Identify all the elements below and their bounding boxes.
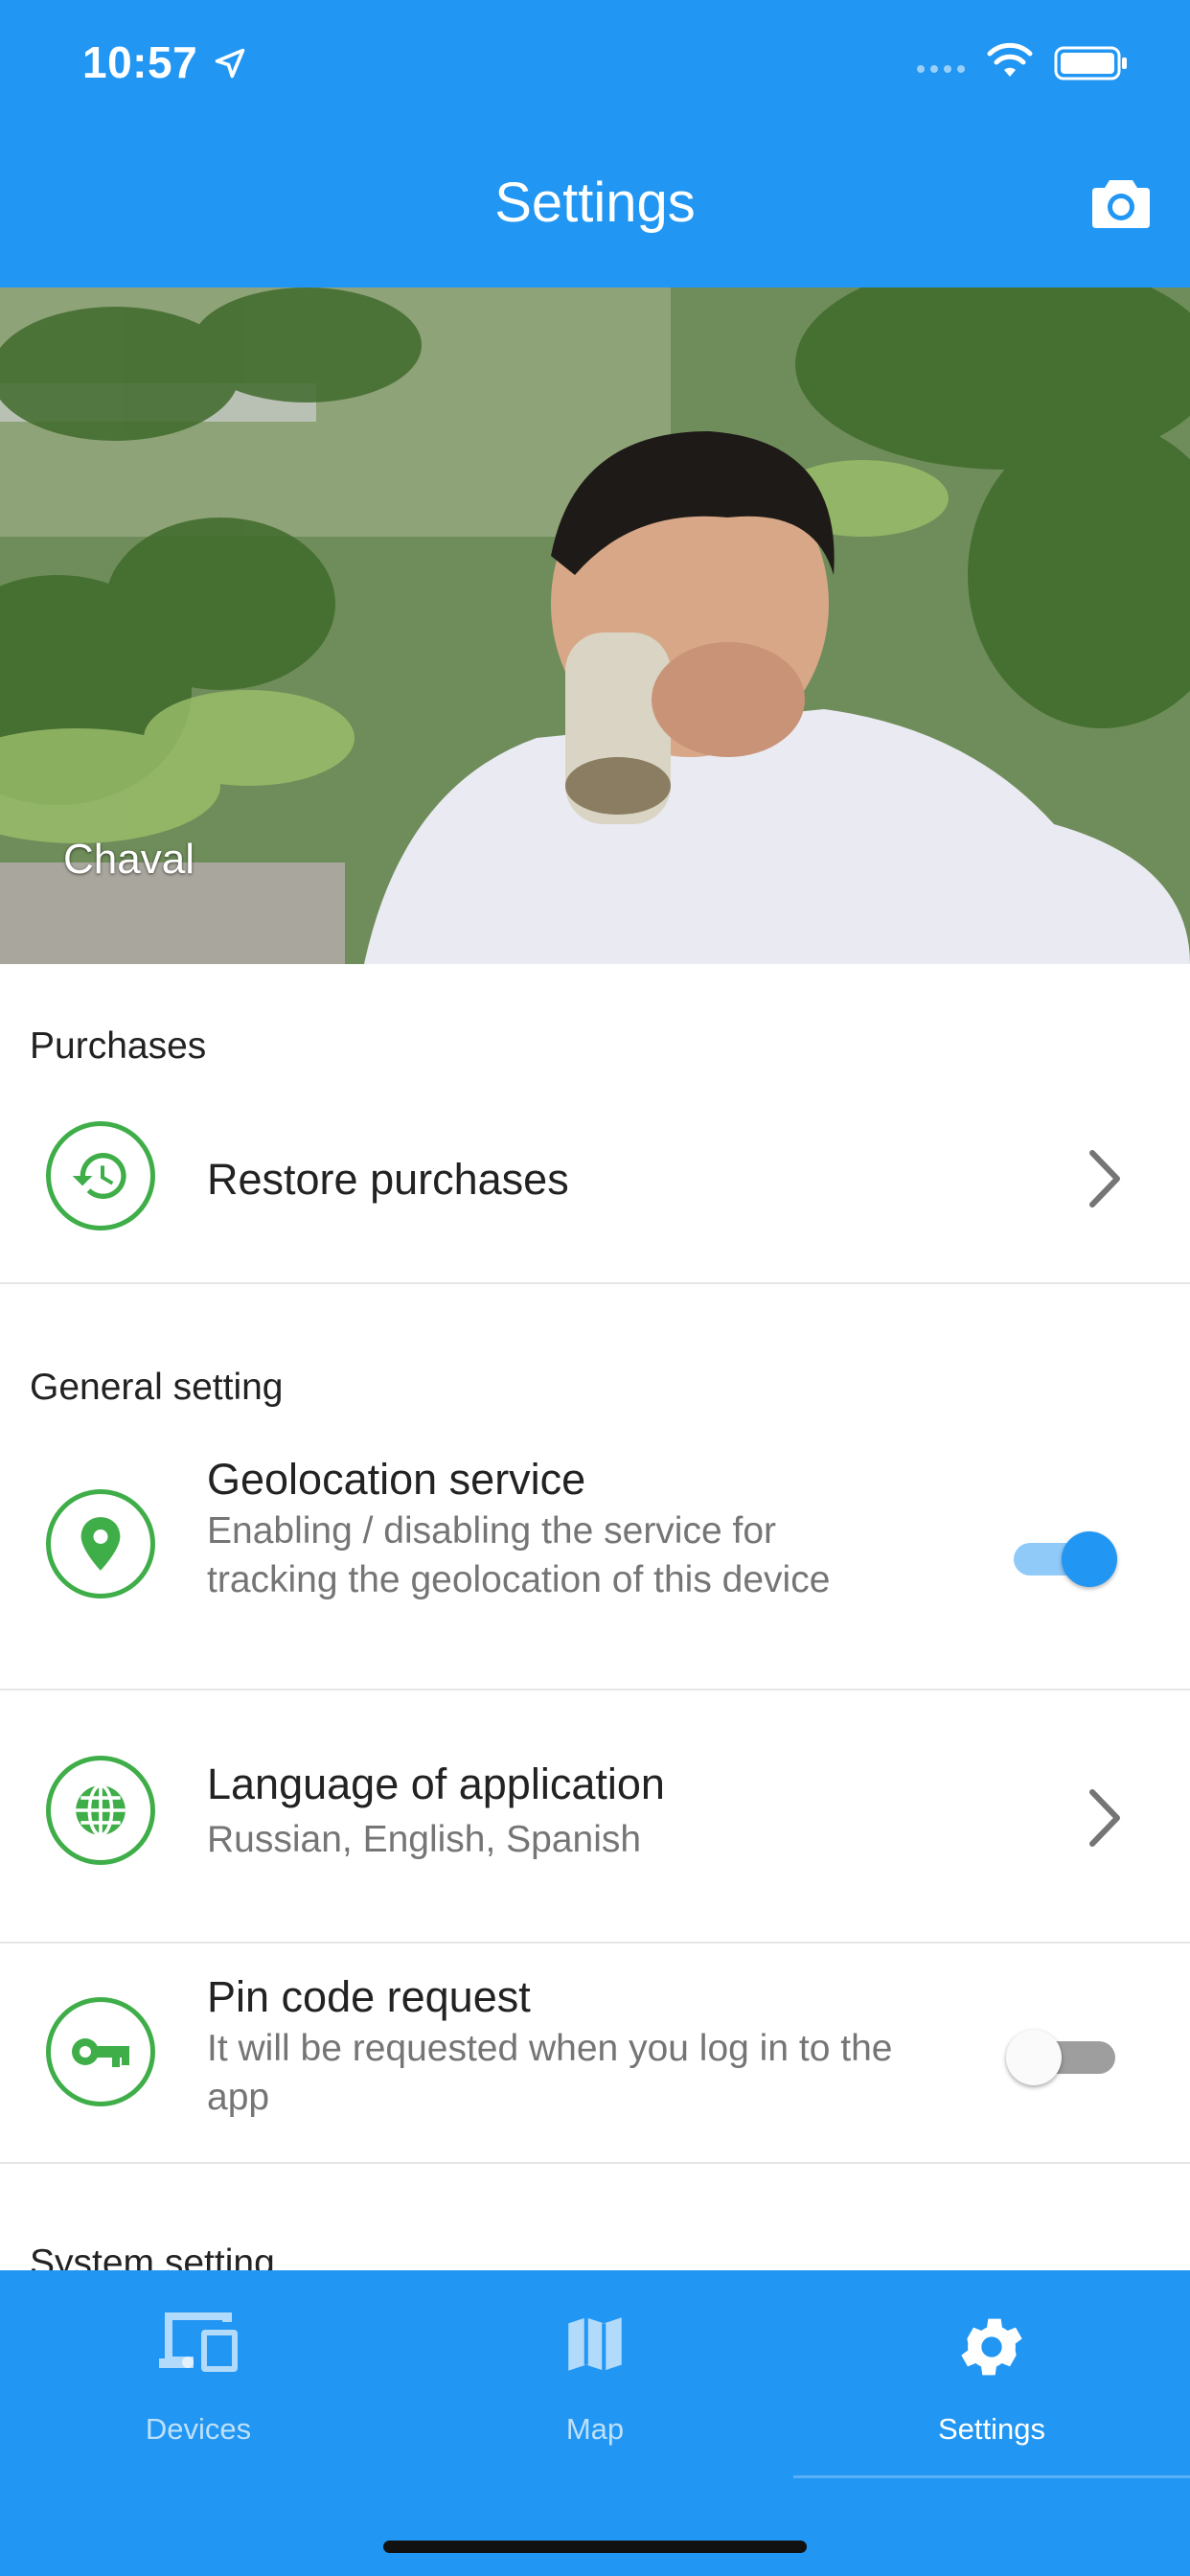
location-arrow-icon [215, 48, 245, 79]
toggle-knob [1006, 2030, 1062, 2085]
chevron-right-icon [1089, 1789, 1120, 1847]
geolocation-row[interactable]: Geolocation service Enabling / disabling… [0, 1447, 1190, 1687]
key-icon [72, 2038, 129, 2067]
restore-purchases-label: Restore purchases [207, 1155, 569, 1204]
tab-settings[interactable]: Settings [793, 2270, 1190, 2481]
app-header: 10:57 Settings [0, 0, 1190, 288]
pin-icon-badge [46, 1997, 155, 2106]
location-pin-icon [80, 1517, 121, 1571]
camera-icon[interactable] [1090, 174, 1152, 230]
pin-subtitle: It will be requested when you log in to … [207, 2028, 893, 2118]
section-title-purchases: Purchases [30, 1025, 207, 1067]
bottom-tab-bar: Devices Map Settings [0, 2270, 1190, 2576]
battery-icon [1054, 46, 1127, 80]
restore-icon-badge [46, 1121, 155, 1230]
map-icon [568, 2317, 622, 2371]
section-title-general: General setting [30, 1367, 284, 1408]
globe-icon [76, 1783, 126, 1837]
profile-photo: Chaval [0, 288, 1190, 964]
page-title: Settings [494, 172, 696, 234]
tab-label-map: Map [565, 2412, 625, 2446]
chevron-right-icon [1089, 1150, 1120, 1208]
status-time: 10:57 [82, 37, 198, 87]
tab-label-devices: Devices [145, 2412, 252, 2446]
home-indicator [383, 2541, 807, 2553]
active-tab-indicator [793, 2475, 1190, 2478]
pin-code-row[interactable]: Pin code request It will be requested wh… [0, 1944, 1190, 2162]
tab-map[interactable]: Map [397, 2270, 793, 2481]
history-icon [72, 1153, 126, 1199]
language-title: Language of application [207, 1760, 665, 1808]
wifi-icon [987, 42, 1033, 77]
geolocation-title: Geolocation service [207, 1455, 586, 1504]
divider [0, 2162, 1190, 2164]
geolocation-toggle[interactable] [1006, 1522, 1121, 1589]
cellular-signal-icon [917, 65, 965, 73]
tab-label-settings: Settings [937, 2412, 1045, 2446]
pin-code-toggle[interactable] [1006, 2020, 1121, 2087]
language-icon-badge [46, 1756, 155, 1865]
tab-devices[interactable]: Devices [0, 2270, 397, 2481]
geolocation-icon-badge [46, 1489, 155, 1598]
restore-purchases-row[interactable]: Restore purchases [0, 1097, 1190, 1260]
divider [0, 1282, 1190, 1284]
devices-icon [159, 2312, 238, 2372]
photo-caption: Chaval [63, 836, 195, 883]
language-subtitle: Russian, English, Spanish [207, 1819, 642, 1860]
toggle-knob [1062, 1531, 1117, 1587]
pin-title: Pin code request [207, 1972, 531, 2021]
language-row[interactable]: Language of application Russian, English… [0, 1690, 1190, 1940]
gear-icon [961, 2318, 1022, 2376]
geolocation-subtitle: Enabling / disabling the service for tra… [207, 1510, 831, 1600]
